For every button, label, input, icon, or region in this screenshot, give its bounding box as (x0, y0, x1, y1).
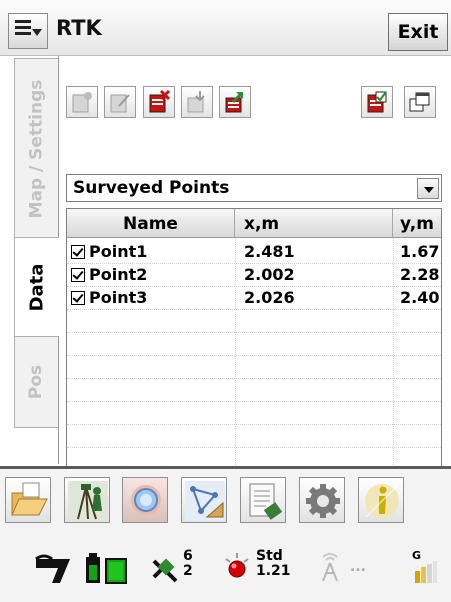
layer-dropdown-value: Surveyed Points (73, 178, 230, 198)
select-all-icon (367, 91, 387, 113)
title-bar: RTK Exit (0, 0, 451, 56)
column-header-x[interactable]: x,m (235, 209, 393, 238)
row-checkbox[interactable] (71, 267, 85, 282)
tab-pos[interactable]: Pos (14, 336, 59, 428)
solution-label: Std (256, 548, 283, 564)
surveyor-icon (68, 481, 108, 521)
copy-button[interactable] (404, 86, 436, 118)
lookup-icon (131, 485, 161, 515)
new-point-button[interactable] (66, 86, 98, 118)
export-button[interactable] (219, 86, 251, 118)
dropdown-arrow-icon (32, 29, 42, 36)
radio-status-text: ... (350, 559, 366, 575)
point-name: Point2 (89, 265, 148, 284)
column-header-name[interactable]: Name (67, 209, 235, 238)
table-row[interactable]: Point2 2.002 2.28 (67, 263, 441, 286)
grid-line (67, 447, 441, 448)
y-value: 2.28 (400, 265, 440, 284)
point-name: Point3 (89, 288, 148, 307)
y-value: 2.40 (400, 288, 440, 307)
grid-line (67, 424, 441, 425)
x-value: 2.481 (244, 242, 295, 261)
table-row[interactable]: Point1 2.481 1.67 (67, 240, 441, 263)
solution-value: 1.21 (256, 563, 291, 579)
satellite-count-top: 6 (183, 548, 193, 564)
geometry-button[interactable] (181, 477, 227, 523)
survey-button[interactable] (64, 477, 110, 523)
column-header-y[interactable]: y,m (393, 209, 441, 238)
signal-strength-icon (415, 561, 437, 583)
satellite-count-bottom: 2 (183, 563, 193, 579)
edit-point-button[interactable] (104, 86, 136, 118)
grid-line (67, 401, 441, 402)
y-value: 1.67 (400, 242, 440, 261)
data-panel: Surveyed Points Name x,m y,m Point1 2.48… (58, 56, 451, 513)
start-menu-button[interactable] (8, 13, 48, 49)
row-checkbox[interactable] (71, 290, 85, 305)
grid-line (67, 263, 441, 264)
grid-line (67, 332, 441, 333)
radio-icon (322, 553, 338, 582)
tab-map-settings[interactable]: Map / Settings (14, 58, 59, 239)
delete-point-button[interactable] (143, 86, 175, 118)
tab-label: Data (26, 263, 48, 311)
app-toolbar: 6 2 Std 1.21 ... G (0, 466, 451, 602)
settings-gear-icon (306, 484, 340, 518)
export-icon (225, 91, 244, 113)
grid-line (67, 355, 441, 356)
select-all-button[interactable] (361, 86, 393, 118)
satellite-icon (152, 558, 178, 583)
table-header: Name x,m y,m (67, 209, 441, 238)
new-point-icon (72, 92, 92, 113)
row-name-cell: Point1 (71, 240, 231, 263)
edit-point-icon (110, 94, 130, 113)
table-row[interactable]: Point3 2.026 2.40 (67, 286, 441, 309)
lookup-button[interactable] (122, 477, 168, 523)
menu-icon (15, 20, 31, 42)
x-value: 2.002 (244, 265, 295, 284)
delete-point-icon (149, 90, 171, 113)
x-value: 2.026 (244, 288, 295, 307)
status-bar: 6 2 Std 1.21 ... G (0, 537, 451, 602)
import-button[interactable] (181, 86, 213, 118)
import-icon (187, 91, 205, 113)
open-file-button[interactable] (5, 477, 51, 523)
info-button[interactable] (358, 477, 404, 523)
chevron-down-icon[interactable] (417, 178, 439, 199)
tab-label: Pos (26, 364, 47, 400)
row-checkbox[interactable] (71, 244, 85, 259)
grid-line (67, 286, 441, 287)
grid-line (67, 309, 441, 310)
fix-status-icon (225, 553, 249, 578)
copy-icon (409, 92, 430, 112)
notes-icon (249, 483, 283, 520)
point-name: Point1 (89, 242, 148, 261)
app-title: RTK (56, 16, 102, 40)
grid-line (67, 378, 441, 379)
tab-data[interactable]: Data (14, 237, 59, 337)
row-name-cell: Point3 (71, 286, 231, 309)
exit-button[interactable]: Exit (388, 13, 448, 51)
layer-dropdown[interactable]: Surveyed Points (66, 174, 442, 202)
notes-button[interactable] (240, 477, 286, 523)
tab-label: Map / Settings (26, 79, 47, 218)
info-icon (365, 484, 399, 518)
row-name-cell: Point2 (71, 263, 231, 286)
receiver-icon (35, 554, 70, 583)
open-folder-icon (11, 482, 48, 516)
settings-button[interactable] (299, 477, 345, 523)
geometry-icon (185, 481, 225, 521)
battery-icon (86, 553, 127, 584)
